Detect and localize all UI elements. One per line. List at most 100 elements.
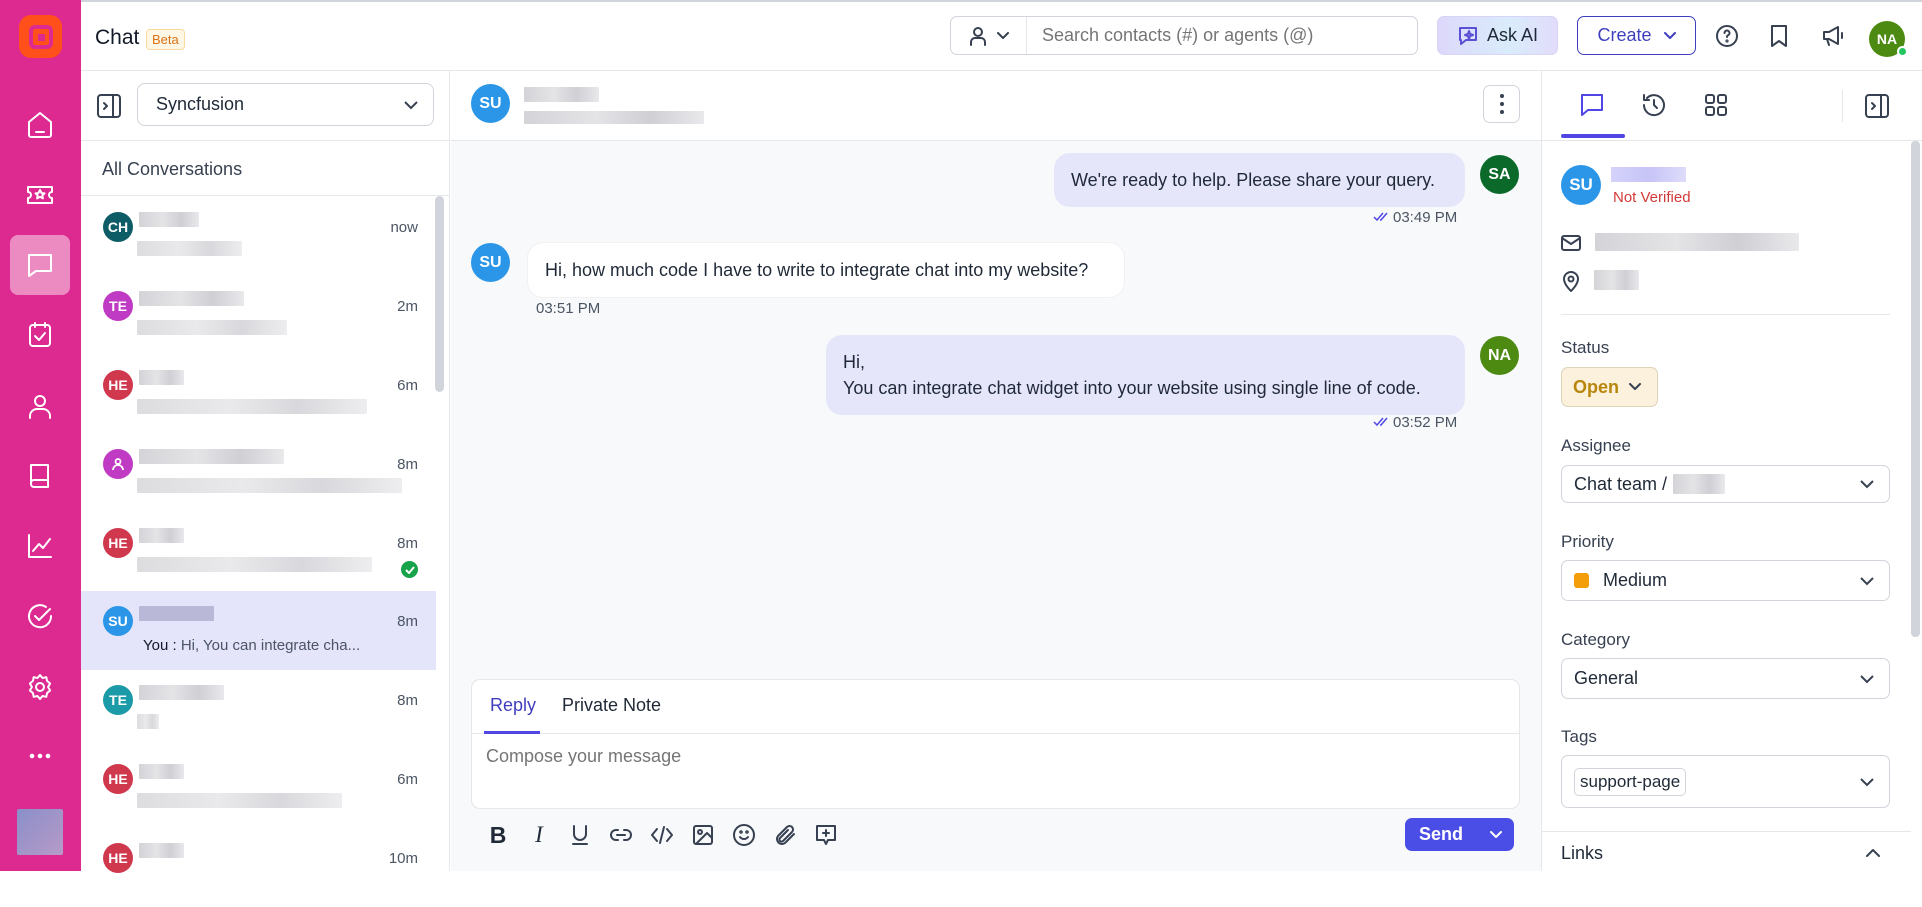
sidebar-item-ticket[interactable]: [10, 165, 70, 225]
image-icon[interactable]: [691, 823, 715, 847]
chat-icon: [28, 254, 52, 277]
create-button[interactable]: Create: [1577, 16, 1696, 55]
search-scope-dropdown[interactable]: [951, 17, 1027, 54]
workspace-label: Syncfusion: [156, 94, 245, 114]
create-label: Create: [1597, 25, 1652, 45]
read-receipt-icon: [1373, 212, 1388, 222]
sidebar-item-task[interactable]: [10, 305, 70, 365]
conversation-avatar: HE: [103, 370, 133, 400]
tab-private-note[interactable]: Private Note: [562, 695, 661, 716]
assignee-dropdown[interactable]: Chat team /: [1561, 465, 1890, 503]
status-dropdown[interactable]: Open: [1561, 367, 1658, 407]
collapse-details-icon[interactable]: [1864, 93, 1890, 119]
location-icon: [1562, 270, 1580, 292]
details-scrollbar[interactable]: [1911, 141, 1920, 637]
chevron-down-icon: [1860, 576, 1874, 585]
conversation-item[interactable]: CH now: [81, 197, 436, 276]
priority-dropdown[interactable]: Medium: [1561, 560, 1890, 601]
assignee-agent-redacted: [1673, 474, 1726, 494]
bookmark-icon[interactable]: [1769, 24, 1789, 48]
message-avatar: SA: [1480, 155, 1519, 194]
links-section-header[interactable]: Links: [1561, 843, 1603, 864]
conversation-avatar: TE: [103, 685, 133, 715]
conversation-item[interactable]: HE 10m: [81, 828, 436, 907]
ticket-icon: [27, 186, 53, 204]
sidebar-item-contacts[interactable]: [10, 376, 70, 436]
more-options-button[interactable]: [1483, 85, 1520, 123]
tab-reply[interactable]: Reply: [490, 695, 536, 716]
chevron-down-icon: [1860, 674, 1874, 683]
preview-redacted: [137, 399, 367, 414]
conversation-item[interactable]: HE 6m: [81, 355, 436, 434]
underline-icon[interactable]: [568, 823, 592, 847]
list-scrollbar[interactable]: [435, 196, 444, 392]
italic-icon[interactable]: I: [527, 822, 551, 848]
conversation-item[interactable]: 8m: [81, 434, 436, 513]
divider: [81, 140, 450, 141]
conversation-item[interactable]: TE 8m: [81, 670, 436, 749]
conversation-time: 8m: [397, 692, 418, 709]
attachment-icon[interactable]: [773, 823, 797, 847]
code-icon[interactable]: [650, 823, 674, 847]
conversation-time: 10m: [388, 850, 418, 867]
status-value: Open: [1573, 376, 1620, 397]
user-avatar-thumbnail[interactable]: [17, 809, 63, 855]
home-icon: [28, 112, 52, 138]
search-input[interactable]: [1027, 25, 1417, 46]
collapse-panel-icon[interactable]: [96, 93, 122, 119]
conversation-avatar: TE: [103, 291, 133, 321]
category-dropdown[interactable]: General: [1561, 658, 1890, 699]
conversation-filter-heading[interactable]: All Conversations: [102, 159, 242, 180]
help-icon[interactable]: [1715, 24, 1739, 48]
chevron-up-icon[interactable]: [1866, 848, 1880, 857]
conversation-item[interactable]: HE 6m: [81, 749, 436, 828]
sidebar-item-settings[interactable]: [10, 657, 70, 717]
conversation-preview: You : Hi, You can integrate cha...: [143, 637, 361, 654]
tab-conversation-icon[interactable]: [1579, 92, 1605, 118]
conversation-avatar: [103, 449, 133, 479]
canned-response-icon[interactable]: [814, 823, 838, 847]
knowledge-base-icon: [30, 464, 49, 488]
contact-name-redacted: [139, 764, 184, 779]
message-avatar: SU: [471, 243, 510, 282]
category-label: Category: [1561, 630, 1630, 649]
tags-dropdown[interactable]: support-page: [1561, 755, 1890, 808]
chevron-down-icon: [1860, 480, 1874, 489]
sidebar-item-home[interactable]: [10, 95, 70, 155]
sidebar-item-reports[interactable]: [10, 516, 70, 576]
announcement-icon[interactable]: [1821, 24, 1847, 48]
conversation-item[interactable]: HE 8m: [81, 513, 436, 592]
sidebar-item-more[interactable]: [10, 726, 70, 786]
verification-status: Not Verified: [1613, 189, 1691, 206]
conversation-avatar: HE: [103, 764, 133, 794]
ask-ai-button[interactable]: Ask AI: [1437, 16, 1558, 55]
tab-history-icon[interactable]: [1641, 92, 1667, 118]
send-button-group: Send: [1405, 818, 1514, 851]
ask-ai-label: Ask AI: [1486, 25, 1539, 45]
conversation-item[interactable]: SU 8m You : Hi, You can integrate cha...: [81, 591, 436, 670]
conversation-item[interactable]: TE 2m: [81, 276, 436, 355]
contact-name-redacted: [1611, 167, 1686, 182]
contact-name-redacted: [139, 291, 244, 306]
category-value: General: [1574, 668, 1639, 688]
more-icon: [29, 753, 51, 759]
chevron-down-icon: [1860, 777, 1874, 786]
app-logo[interactable]: [19, 15, 62, 58]
bold-icon[interactable]: B: [486, 822, 510, 849]
link-icon[interactable]: [609, 823, 633, 847]
status-label: Status: [1561, 338, 1610, 357]
emoji-icon[interactable]: [732, 823, 756, 847]
chevron-down-icon: [1663, 31, 1676, 40]
tab-apps-icon[interactable]: [1703, 92, 1729, 118]
message-input[interactable]: [486, 746, 1496, 800]
sidebar-item-knowledge-base[interactable]: [10, 446, 70, 506]
preview-redacted: [137, 557, 372, 572]
chevron-down-icon: [996, 31, 1009, 40]
send-options-chevron-icon[interactable]: [1477, 830, 1514, 839]
conversation-avatar: CH: [103, 212, 133, 242]
send-button[interactable]: Send: [1405, 824, 1477, 845]
sidebar-item-chat[interactable]: [10, 235, 70, 295]
tag-chip[interactable]: support-page: [1574, 767, 1687, 796]
sidebar-item-approvals[interactable]: [10, 587, 70, 647]
workspace-dropdown[interactable]: Syncfusion: [137, 83, 434, 126]
